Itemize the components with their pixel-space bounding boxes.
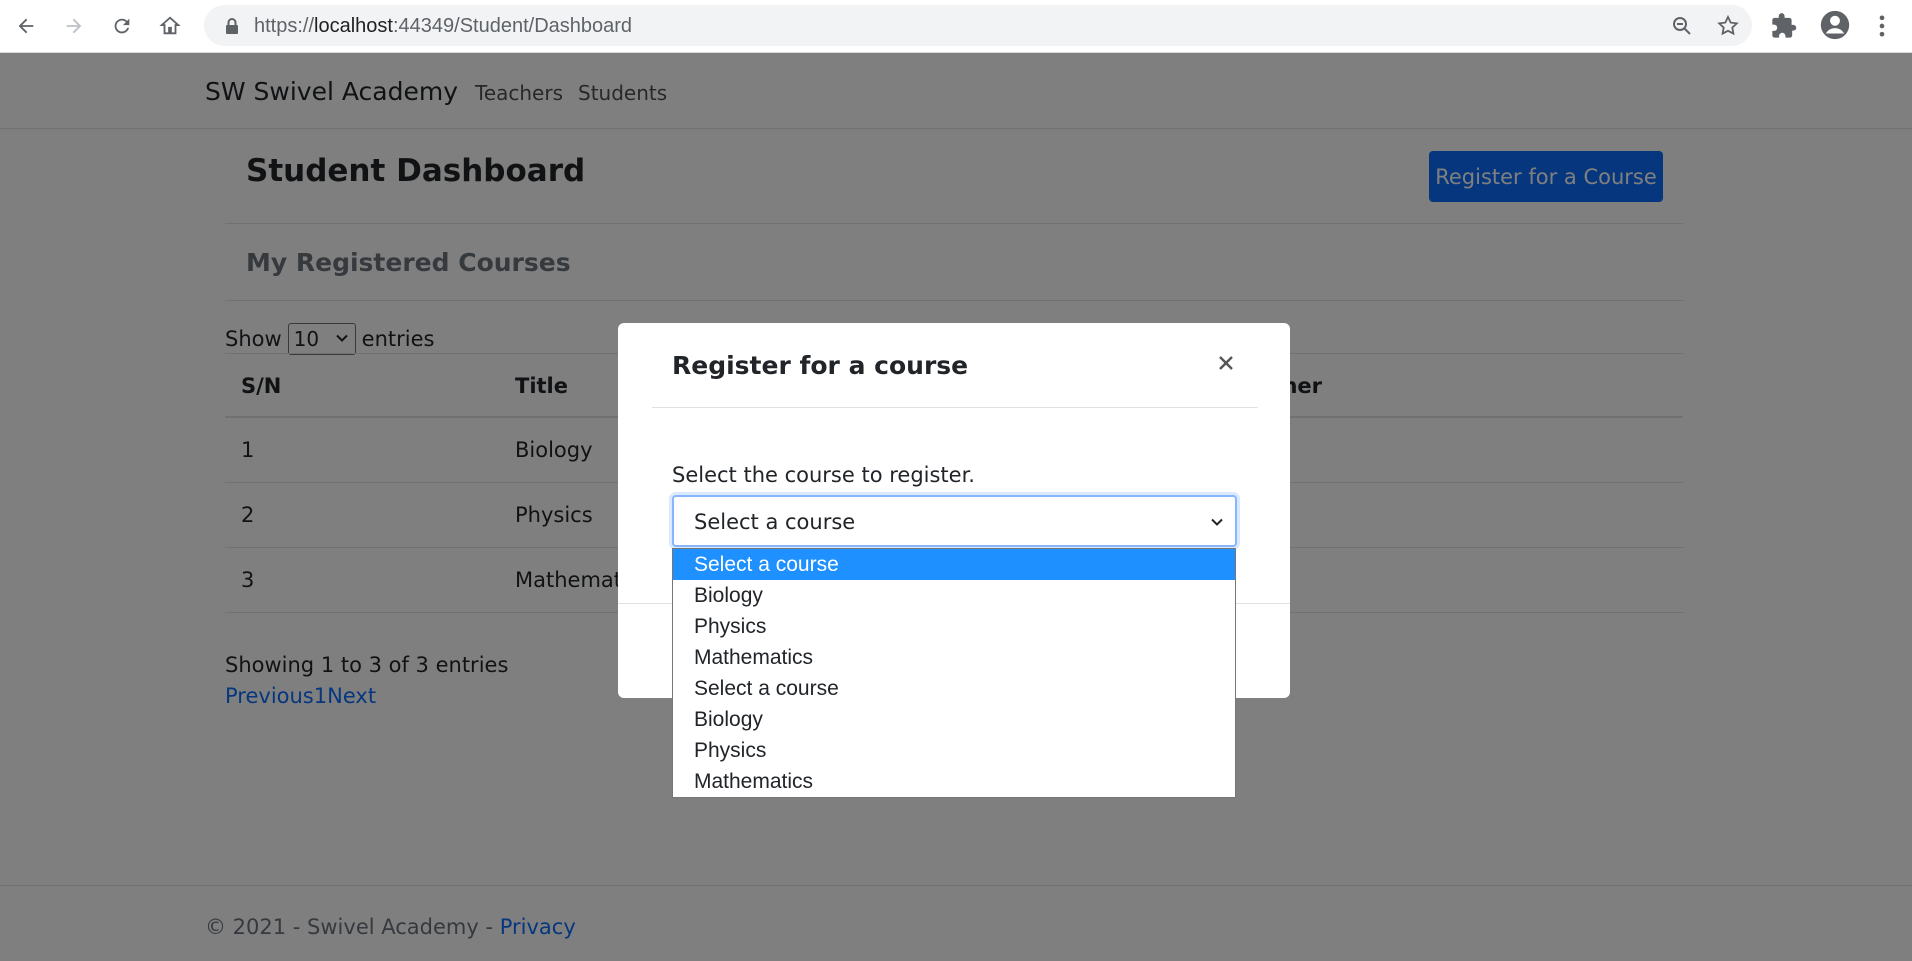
profile-avatar-icon[interactable] [1818, 8, 1852, 42]
course-option[interactable]: Physics [673, 735, 1235, 766]
course-options-list: Select a course Biology Physics Mathemat… [672, 548, 1236, 798]
zoom-icon[interactable] [1670, 14, 1694, 38]
address-bar[interactable]: https://localhost:44349/Student/Dashboar… [204, 5, 1752, 46]
course-select-value: Select a course [694, 510, 856, 534]
course-option[interactable]: Biology [673, 580, 1235, 611]
modal-header-divider [652, 407, 1258, 408]
course-select[interactable]: Select a course [672, 495, 1237, 547]
browser-menu-icon[interactable] [1868, 12, 1896, 40]
bookmark-star-icon[interactable] [1716, 14, 1740, 38]
course-option[interactable]: Select a course [673, 673, 1235, 704]
course-option[interactable]: Select a course [673, 549, 1235, 580]
close-icon[interactable] [1212, 349, 1240, 377]
url-text: https://localhost:44349/Student/Dashboar… [254, 15, 633, 37]
back-icon[interactable] [12, 12, 40, 40]
course-select-label: Select the course to register. [672, 463, 975, 487]
course-option[interactable]: Mathematics [673, 766, 1235, 797]
lock-icon [226, 18, 238, 34]
reload-icon[interactable] [108, 12, 136, 40]
forward-icon[interactable] [60, 12, 88, 40]
extensions-icon[interactable] [1770, 12, 1798, 40]
course-option[interactable]: Physics [673, 611, 1235, 642]
home-icon[interactable] [156, 12, 184, 40]
course-option[interactable]: Mathematics [673, 642, 1235, 673]
course-option[interactable]: Biology [673, 704, 1235, 735]
modal-title: Register for a course [672, 351, 969, 380]
browser-toolbar: https://localhost:44349/Student/Dashboar… [0, 0, 1912, 53]
chevron-down-icon [1211, 518, 1223, 526]
